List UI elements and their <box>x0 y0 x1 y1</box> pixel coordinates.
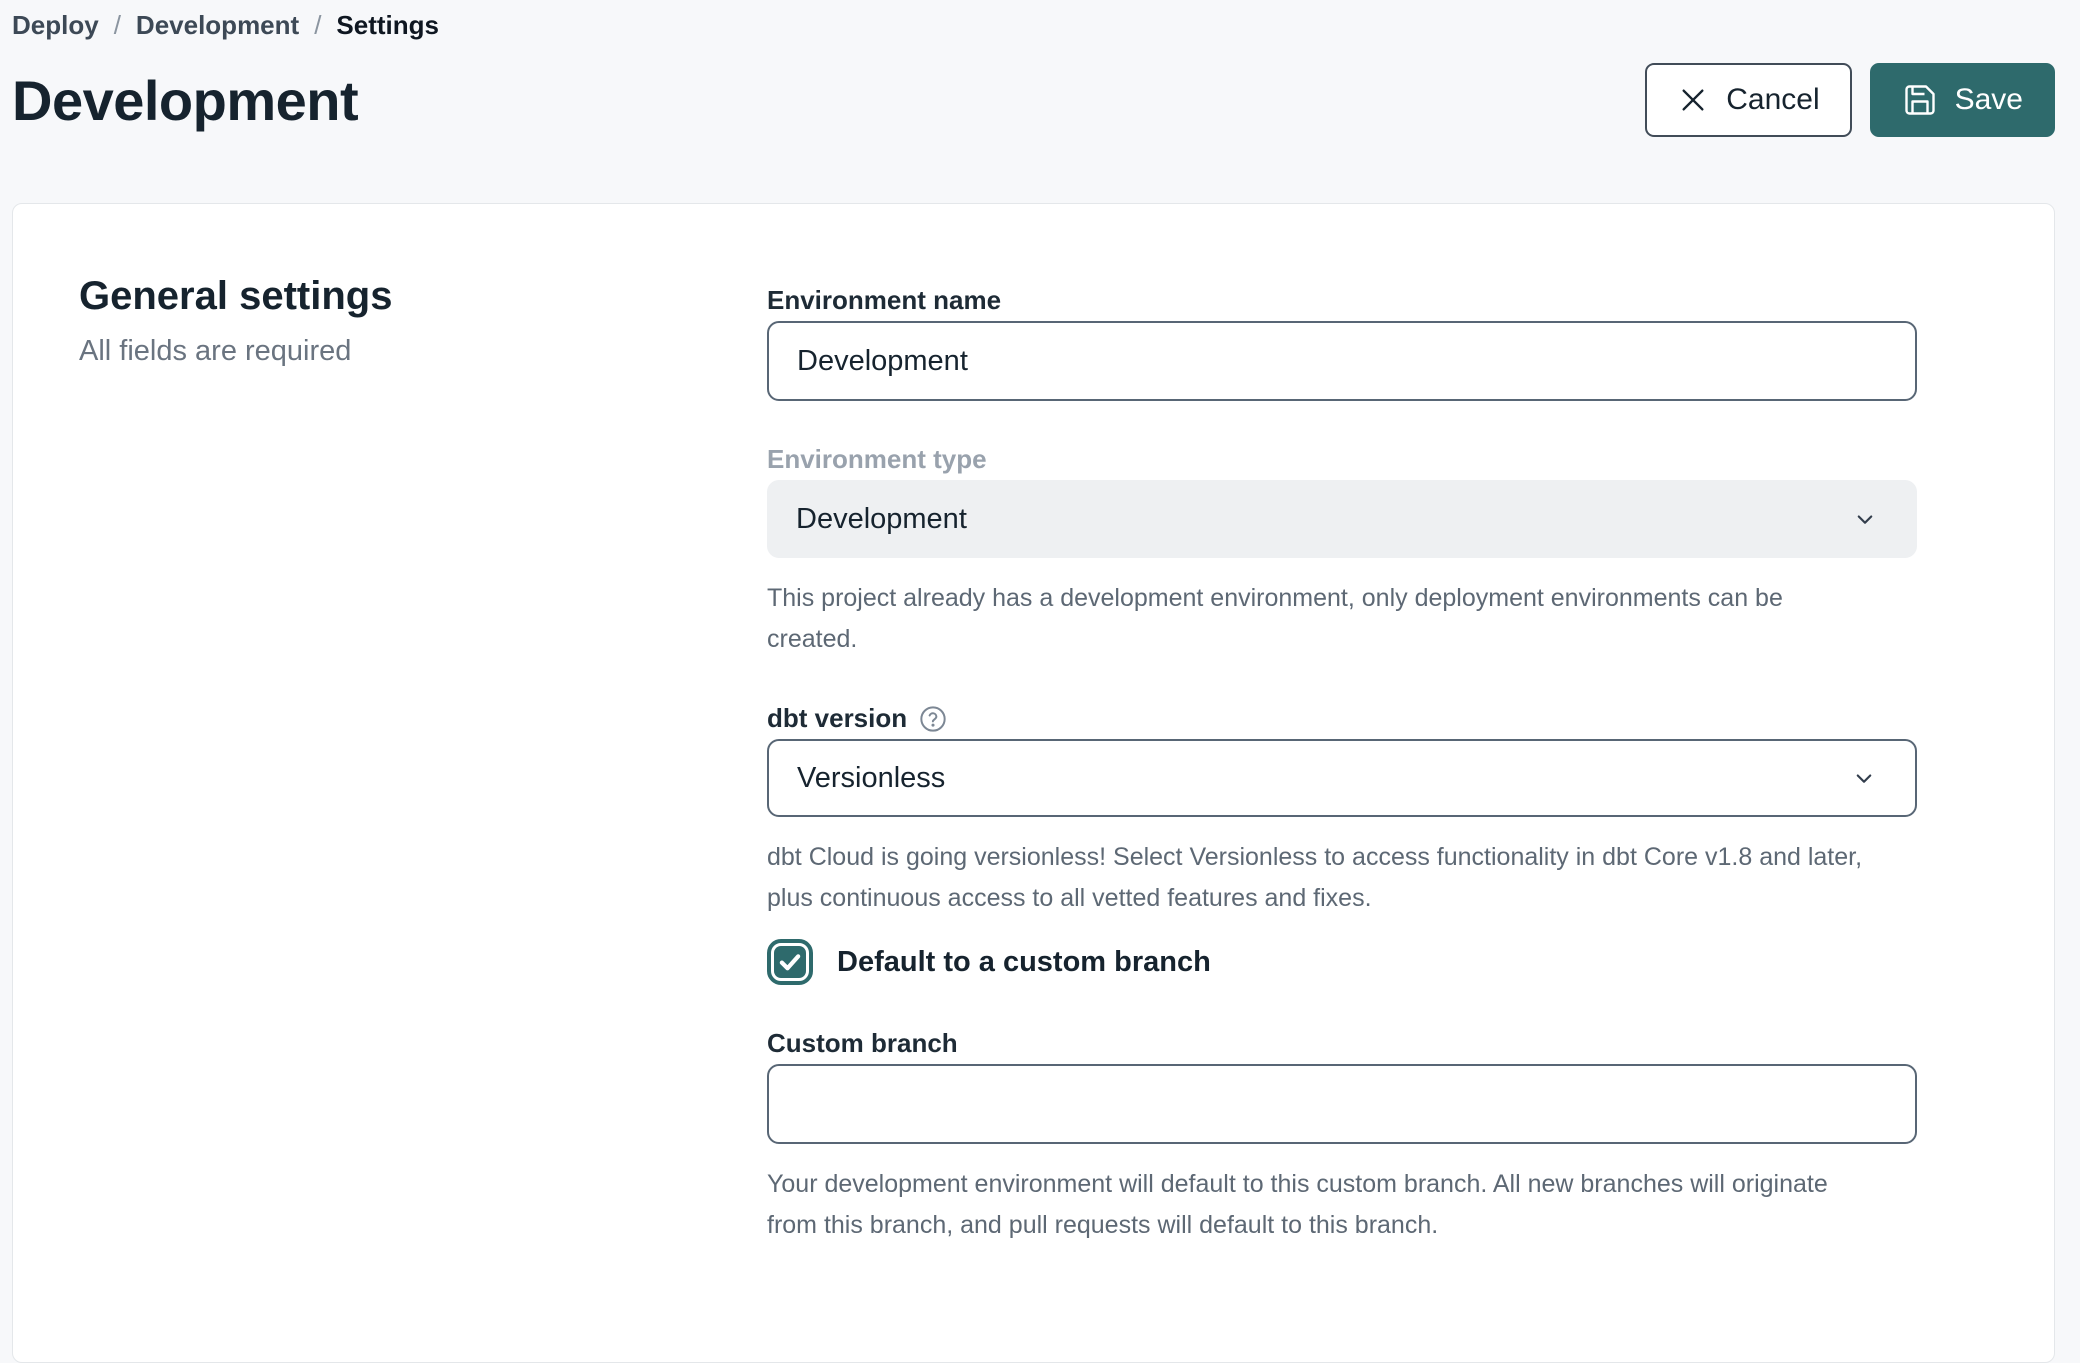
custom-branch-label: Custom branch <box>767 1027 1917 1059</box>
settings-form: Environment name Environment type Develo… <box>767 274 1917 1302</box>
chevron-down-icon <box>1850 504 1880 534</box>
page-title: Development <box>12 68 358 133</box>
dbt-version-label-text: dbt version <box>767 702 907 734</box>
general-settings-card: General settings All fields are required… <box>12 203 2055 1363</box>
cancel-button[interactable]: Cancel <box>1645 63 1851 137</box>
breadcrumb-separator: / <box>114 10 121 41</box>
custom-branch-checkbox[interactable] <box>767 939 813 985</box>
environment-type-field-group: Environment type Development This projec… <box>767 443 1917 660</box>
section-title: General settings <box>79 274 767 319</box>
environment-settings-page: Deploy / Development / Settings Developm… <box>0 0 2080 1363</box>
help-circle-icon[interactable] <box>919 705 947 733</box>
custom-branch-helper-text: Your development environment will defaul… <box>767 1164 1977 1246</box>
dbt-version-field-group: dbt version Versionless <box>767 702 1917 919</box>
breadcrumb: Deploy / Development / Settings <box>12 0 2055 41</box>
environment-type-helper-text: This project already has a development e… <box>767 578 1977 660</box>
dbt-version-select[interactable]: Versionless <box>767 739 1917 817</box>
chevron-down-icon <box>1849 763 1879 793</box>
dbt-version-label: dbt version <box>767 702 1917 734</box>
breadcrumb-development[interactable]: Development <box>136 10 299 41</box>
breadcrumb-separator: / <box>314 10 321 41</box>
header-actions: Cancel Save <box>1645 63 2055 137</box>
close-icon <box>1677 84 1709 116</box>
custom-branch-field-group: Custom branch Your development environme… <box>767 1027 1917 1246</box>
environment-type-label: Environment type <box>767 443 1917 475</box>
custom-branch-checkbox-row: Default to a custom branch <box>767 939 1917 985</box>
dbt-version-helper-text: dbt Cloud is going versionless! Select V… <box>767 837 1977 919</box>
dbt-version-value: Versionless <box>797 762 945 795</box>
environment-name-input[interactable] <box>767 321 1917 401</box>
environment-name-field-group: Environment name <box>767 284 1917 401</box>
custom-branch-checkbox-label: Default to a custom branch <box>837 946 1211 979</box>
breadcrumb-settings: Settings <box>336 10 439 41</box>
save-button-label: Save <box>1955 85 2023 115</box>
breadcrumb-deploy[interactable]: Deploy <box>12 10 99 41</box>
section-intro: General settings All fields are required <box>79 274 767 1302</box>
checkmark-icon <box>774 946 806 978</box>
environment-type-select: Development <box>767 480 1917 558</box>
environment-name-label: Environment name <box>767 284 1917 316</box>
page-header: Development Cancel Save <box>12 63 2055 137</box>
environment-type-value: Development <box>796 503 967 536</box>
save-icon <box>1902 82 1938 118</box>
custom-branch-input[interactable] <box>767 1064 1917 1144</box>
section-subtitle: All fields are required <box>79 335 767 368</box>
save-button[interactable]: Save <box>1870 63 2055 137</box>
cancel-button-label: Cancel <box>1726 85 1819 115</box>
